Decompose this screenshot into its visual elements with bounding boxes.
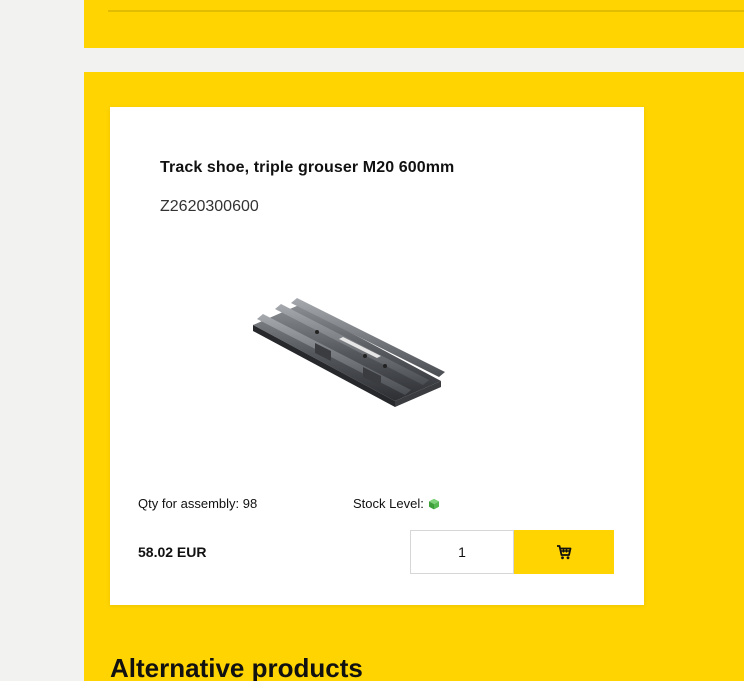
green-cube-icon — [428, 498, 439, 509]
price: 58.02 EUR — [138, 544, 207, 560]
alternative-products-heading: Alternative products — [110, 653, 363, 681]
stock-level: Stock Level: — [353, 496, 440, 511]
qty-for-assembly-label: Qty for assembly: — [138, 496, 243, 511]
qty-for-assembly-value: 98 — [242, 496, 258, 511]
track-shoe-image[interactable] — [245, 277, 485, 437]
banner-divider — [108, 10, 744, 12]
quantity-input[interactable] — [410, 530, 514, 574]
stock-level-label: Stock Level: — [353, 496, 424, 511]
section-gap — [84, 48, 744, 72]
page: Track shoe, triple grouser M20 600mm Z26… — [0, 0, 744, 681]
cart-icon — [557, 545, 572, 560]
product-card: Track shoe, triple grouser M20 600mm Z26… — [110, 107, 644, 605]
top-banner — [84, 0, 744, 48]
product-title[interactable]: Track shoe, triple grouser M20 600mm — [160, 159, 454, 177]
product-sku: Z2620300600 — [160, 198, 259, 215]
qty-for-assembly: Qty for assembly: 98 — [138, 496, 257, 511]
add-to-cart-button[interactable] — [514, 530, 614, 574]
